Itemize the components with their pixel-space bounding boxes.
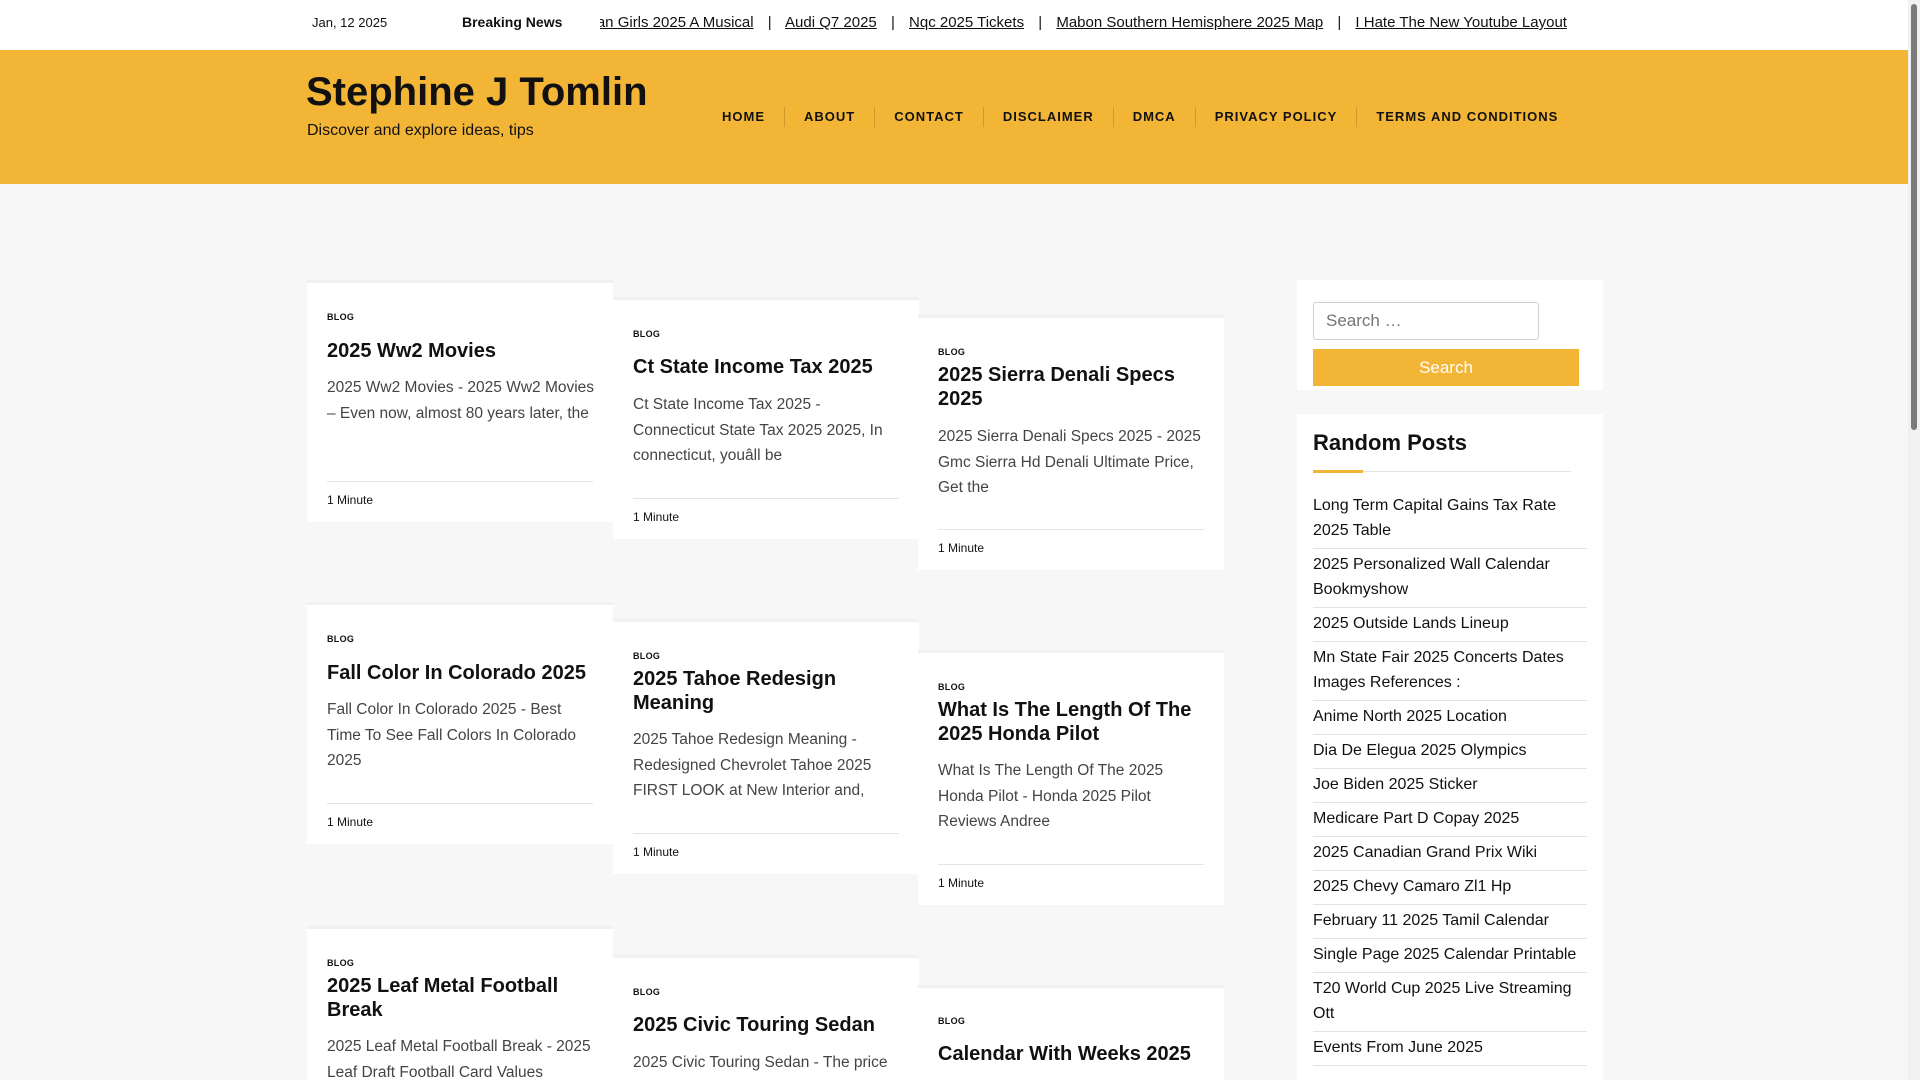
- list-item[interactable]: Anime North 2025 Location: [1313, 701, 1587, 735]
- list-item[interactable]: February 11 2025 Tamil Calendar: [1313, 905, 1587, 939]
- site-header: Stephine J Tomlin Discover and explore i…: [0, 50, 1908, 184]
- breaking-news-label: Breaking News: [462, 14, 563, 30]
- post-card: BLOG 2025 Ww2 Movies 2025 Ww2 Movies - 2…: [307, 280, 613, 522]
- post-excerpt: 2025 Civic Touring Sedan - The price of …: [633, 1054, 888, 1080]
- top-bar: Jan, 12 2025 Breaking News Mean Girls 20…: [0, 0, 1908, 50]
- read-time: 1 Minute: [327, 815, 374, 829]
- nav-contact[interactable]: CONTACT: [874, 107, 983, 127]
- scrollbar-thumb[interactable]: [1911, 4, 1917, 430]
- current-date: Jan, 12 2025: [312, 15, 388, 30]
- list-item[interactable]: Events From June 2025: [1313, 1032, 1587, 1066]
- post-excerpt: What Is The Length Of The 2025 Honda Pil…: [938, 762, 1164, 830]
- card-divider: [633, 498, 899, 499]
- list-item[interactable]: Long Term Capital Gains Tax Rate 2025 Ta…: [1313, 490, 1587, 549]
- post-category[interactable]: BLOG: [633, 329, 660, 339]
- ticker-link[interactable]: Mean Girls 2025 A Musical: [600, 14, 754, 31]
- post-title[interactable]: 2025 Civic Touring Sedan: [633, 1013, 903, 1037]
- ticker-link[interactable]: I Hate The New Youtube Layout: [1355, 14, 1567, 31]
- post-title[interactable]: Calendar With Weeks 2025: [938, 1042, 1208, 1066]
- list-item[interactable]: Joe Biden 2025 Sticker: [1313, 769, 1587, 803]
- nav-dmca[interactable]: DMCA: [1112, 107, 1195, 127]
- post-card: BLOG What Is The Length Of The 2025 Hond…: [918, 650, 1224, 905]
- ticker-link[interactable]: Nqc 2025 Tickets: [909, 14, 1024, 31]
- ticker-separator: |: [767, 14, 772, 31]
- post-category[interactable]: BLOG: [327, 958, 354, 968]
- post-title[interactable]: Fall Color In Colorado 2025: [327, 661, 597, 685]
- list-item[interactable]: Medicare Part D Copay 2025: [1313, 803, 1587, 837]
- ticker-separator: |: [1038, 14, 1043, 31]
- post-title[interactable]: Ct State Income Tax 2025: [633, 355, 903, 379]
- post-excerpt: 2025 Tahoe Redesign Meaning - Redesigned…: [633, 731, 872, 799]
- site-description: Discover and explore ideas, tips: [307, 122, 534, 139]
- post-excerpt: Fall Color In Colorado 2025 - Best Time …: [327, 701, 576, 769]
- list-item[interactable]: 2025 Canadian Grand Prix Wiki: [1313, 837, 1587, 871]
- read-time: 1 Minute: [633, 510, 680, 524]
- post-category[interactable]: BLOG: [938, 1016, 965, 1026]
- read-time: 1 Minute: [327, 493, 374, 507]
- post-card: BLOG Ct State Income Tax 2025 Ct State I…: [613, 297, 919, 539]
- search-widget: Search: [1297, 280, 1603, 390]
- post-title[interactable]: 2025 Ww2 Movies: [327, 339, 597, 363]
- main-navigation: HOME ABOUT CONTACT DISCLAIMER DMCA PRIVA…: [712, 107, 1577, 127]
- post-title[interactable]: 2025 Leaf Metal Football Break: [327, 974, 597, 1022]
- widget-title: Random Posts: [1313, 430, 1468, 455]
- nav-home[interactable]: HOME: [712, 107, 784, 127]
- card-divider: [327, 481, 593, 482]
- post-category[interactable]: BLOG: [938, 347, 965, 357]
- card-divider: [938, 864, 1204, 865]
- read-time: 1 Minute: [938, 541, 985, 555]
- ticker-link[interactable]: Mabon Southern Hemisphere 2025 Map: [1056, 14, 1323, 31]
- post-excerpt: 2025 Sierra Denali Specs 2025 - 2025 Gmc…: [938, 428, 1201, 496]
- post-title[interactable]: What Is The Length Of The 2025 Honda Pil…: [938, 698, 1208, 746]
- list-item[interactable]: Dia De Elegua 2025 Olympics: [1313, 735, 1587, 769]
- ticker-separator: |: [1337, 14, 1342, 31]
- search-button[interactable]: Search: [1313, 349, 1579, 386]
- nav-privacy-policy[interactable]: PRIVACY POLICY: [1194, 107, 1357, 127]
- news-ticker: Mean Girls 2025 A Musical | Audi Q7 2025…: [600, 12, 1602, 36]
- post-card: BLOG Calendar With Weeks 2025: [918, 985, 1224, 1080]
- ticker-separator: |: [890, 14, 895, 31]
- post-title[interactable]: 2025 Tahoe Redesign Meaning: [633, 667, 903, 715]
- post-excerpt: 2025 Leaf Metal Football Break - 2025 Le…: [327, 1038, 591, 1080]
- list-item[interactable]: T20 World Cup 2025 Live Streaming Ott: [1313, 973, 1587, 1032]
- post-card: BLOG 2025 Leaf Metal Football Break 2025…: [307, 926, 613, 1080]
- post-category[interactable]: BLOG: [327, 634, 354, 644]
- ticker-track: Mean Girls 2025 A Musical | Audi Q7 2025…: [600, 14, 1567, 31]
- list-item[interactable]: 2025 Personalized Wall Calendar Bookmysh…: [1313, 549, 1587, 608]
- post-card: BLOG 2025 Civic Touring Sedan 2025 Civic…: [613, 955, 919, 1080]
- card-divider: [938, 529, 1204, 530]
- post-card: BLOG 2025 Sierra Denali Specs 2025 2025 …: [918, 315, 1224, 570]
- read-time: 1 Minute: [938, 876, 985, 890]
- post-category[interactable]: BLOG: [633, 651, 660, 661]
- list-item[interactable]: 2025 Outside Lands Lineup: [1313, 608, 1587, 642]
- nav-terms-and-conditions[interactable]: TERMS AND CONDITIONS: [1356, 107, 1577, 127]
- post-category[interactable]: BLOG: [633, 987, 660, 997]
- post-excerpt: Ct State Income Tax 2025 - Connecticut S…: [633, 396, 883, 464]
- title-rule: [1363, 471, 1571, 472]
- list-item[interactable]: 2025 Chevy Camaro Zl1 Hp: [1313, 871, 1587, 905]
- random-posts-widget: Random Posts Long Term Capital Gains Tax…: [1297, 414, 1603, 1080]
- post-excerpt: 2025 Ww2 Movies - 2025 Ww2 Movies – Even…: [327, 379, 595, 422]
- card-divider: [327, 803, 593, 804]
- post-category[interactable]: BLOG: [938, 682, 965, 692]
- post-title[interactable]: 2025 Sierra Denali Specs 2025: [938, 363, 1208, 411]
- ticker-link[interactable]: Audi Q7 2025: [785, 14, 877, 31]
- list-item[interactable]: Single Page 2025 Calendar Printable: [1313, 939, 1587, 973]
- nav-disclaimer[interactable]: DISCLAIMER: [982, 107, 1113, 127]
- card-divider: [633, 833, 899, 834]
- post-card: BLOG Fall Color In Colorado 2025 Fall Co…: [307, 602, 613, 844]
- random-posts-list: Long Term Capital Gains Tax Rate 2025 Ta…: [1313, 490, 1587, 1066]
- list-item[interactable]: Mn State Fair 2025 Concerts Dates Images…: [1313, 642, 1587, 701]
- post-card: BLOG 2025 Tahoe Redesign Meaning 2025 Ta…: [613, 619, 919, 874]
- title-accent-bar: [1313, 470, 1363, 473]
- page-scrollbar[interactable]: [1908, 0, 1920, 1080]
- post-category[interactable]: BLOG: [327, 312, 354, 322]
- search-input[interactable]: [1313, 302, 1539, 340]
- read-time: 1 Minute: [633, 845, 680, 859]
- nav-about[interactable]: ABOUT: [784, 107, 874, 127]
- site-title[interactable]: Stephine J Tomlin: [306, 70, 648, 115]
